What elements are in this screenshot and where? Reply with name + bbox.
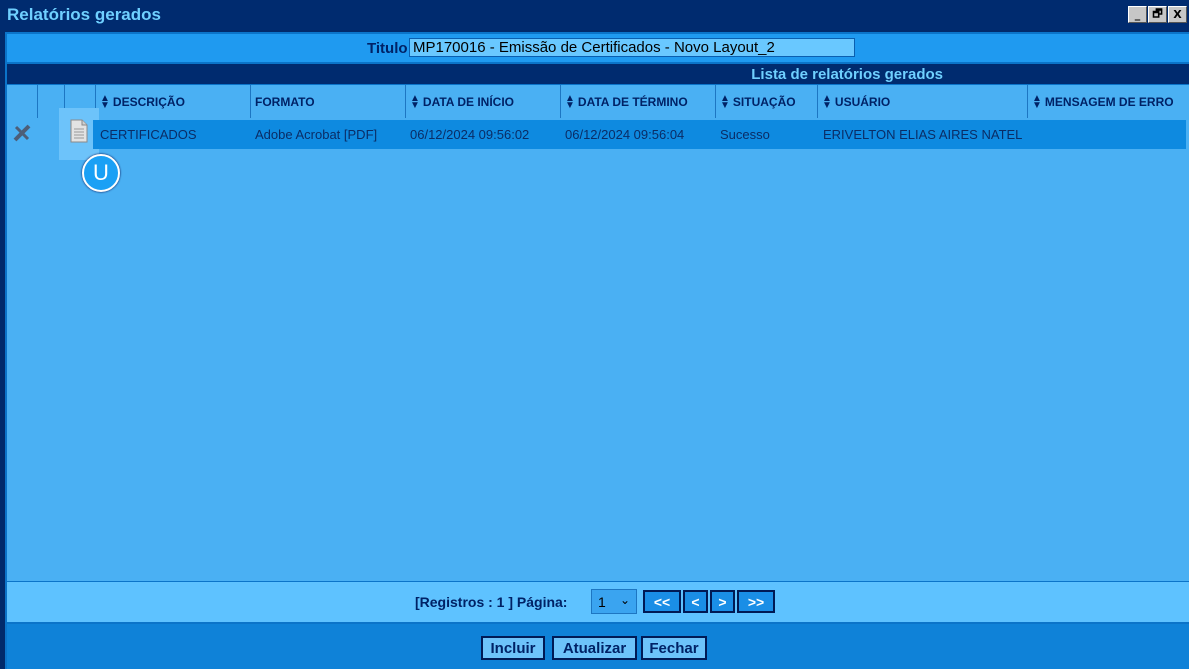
next-page-button[interactable]: > — [710, 590, 735, 613]
list-header: Lista de relatórios gerados — [7, 64, 1189, 84]
restore-button[interactable]: 🗗 — [1148, 6, 1167, 23]
table-header: ▲ ▼ DESCRIÇÃO FORMATO ▲ ▼ DATA DE INÍCIO ▲… — [7, 85, 1189, 118]
sort-icon: ▲ ▼ — [1032, 92, 1042, 111]
records-label: [Registros : 1 ] Página: — [415, 594, 568, 610]
list-title: Lista de relatórios gerados — [751, 66, 943, 83]
col-delete — [7, 85, 38, 118]
user-badge[interactable]: U — [82, 154, 120, 192]
col-data-termino[interactable]: ▲ ▼ DATA DE TÉRMINO — [561, 85, 716, 118]
table-row[interactable]: CERTIFICADOS Adobe Acrobat [PDF] 06/12/2… — [93, 120, 1186, 149]
sort-icon: ▲ ▼ — [100, 92, 110, 111]
cell-usuario: ERIVELTON ELIAS AIRES NATEL — [823, 127, 1023, 142]
close-button[interactable]: X — [1168, 6, 1187, 23]
incluir-button[interactable]: Incluir — [481, 636, 545, 660]
titulo-label: Titulo — [367, 40, 408, 57]
cell-data-termino: 06/12/2024 09:56:04 — [565, 127, 685, 142]
window-titlebar: Relatórios gerados _ 🗗 X — [0, 0, 1189, 30]
col-situacao[interactable]: ▲ ▼ SITUAÇÃO — [716, 85, 818, 118]
page-select[interactable]: 1 ⌄ — [591, 589, 637, 614]
document-icon[interactable] — [69, 119, 89, 143]
minimize-button[interactable]: _ — [1128, 6, 1147, 23]
pager: [Registros : 1 ] Página: 1 ⌄ << < > >> — [7, 582, 1189, 622]
sort-icon: ▲ ▼ — [565, 92, 575, 111]
fechar-button[interactable]: Fechar — [641, 636, 707, 660]
titulo-field[interactable]: MP170016 - Emissão de Certificados - Nov… — [409, 38, 855, 57]
delete-icon[interactable] — [11, 122, 33, 144]
content-frame: Titulo MP170016 - Emissão de Certificado… — [5, 32, 1189, 669]
col-descricao[interactable]: ▲ ▼ DESCRIÇÃO — [96, 85, 251, 118]
table-body: CERTIFICADOS Adobe Acrobat [PDF] 06/12/2… — [7, 108, 1189, 581]
window-controls: _ 🗗 X — [1128, 6, 1187, 23]
cell-data-inicio: 06/12/2024 09:56:02 — [410, 127, 530, 142]
last-page-button[interactable]: >> — [737, 590, 775, 613]
window-title: Relatórios gerados — [7, 5, 161, 24]
cell-formato: Adobe Acrobat [PDF] — [255, 127, 378, 142]
footer-bar: Incluir Atualizar Fechar — [7, 624, 1189, 669]
cell-situacao: Sucesso — [720, 127, 770, 142]
report-window: Relatórios gerados _ 🗗 X Titulo MP170016… — [0, 0, 1189, 669]
col-formato[interactable]: FORMATO — [251, 85, 406, 118]
first-page-button[interactable]: << — [643, 590, 681, 613]
cell-descricao: CERTIFICADOS — [100, 127, 197, 142]
col-data-inicio[interactable]: ▲ ▼ DATA DE INÍCIO — [406, 85, 561, 118]
titulo-row: Titulo MP170016 - Emissão de Certificado… — [7, 34, 1189, 62]
col-mensagem-erro[interactable]: ▲ ▼ MENSAGEM DE ERRO — [1028, 85, 1189, 118]
atualizar-button[interactable]: Atualizar — [552, 636, 637, 660]
chevron-down-icon: ⌄ — [619, 593, 630, 607]
prev-page-button[interactable]: < — [683, 590, 708, 613]
sort-icon: ▲ ▼ — [410, 92, 420, 111]
sort-icon: ▲ ▼ — [822, 92, 832, 111]
sort-icon: ▲ ▼ — [720, 92, 730, 111]
col-usuario[interactable]: ▲ ▼ USUÁRIO — [818, 85, 1028, 118]
